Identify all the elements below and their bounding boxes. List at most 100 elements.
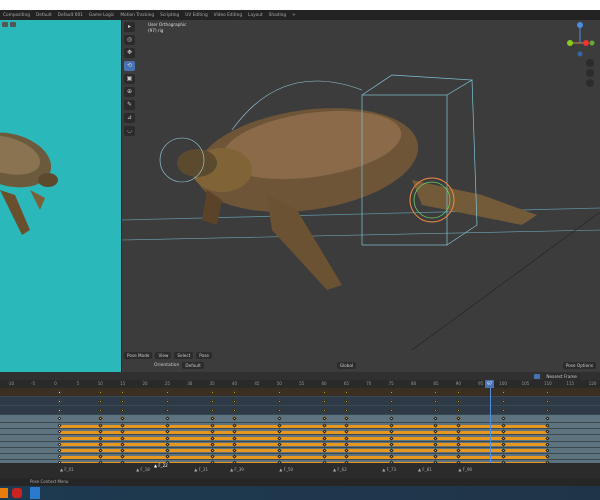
playhead[interactable] xyxy=(489,380,491,463)
workspace-tab[interactable]: Video Editing xyxy=(211,13,245,18)
timeline-marker[interactable]: ▲ F_18 xyxy=(136,467,150,472)
channel-row[interactable] xyxy=(0,406,600,415)
channel-row[interactable] xyxy=(0,415,600,423)
keyframe[interactable] xyxy=(344,416,349,421)
keyframe[interactable] xyxy=(500,390,506,395)
timeline-marker[interactable]: ▲ F_73 xyxy=(382,467,396,472)
keyframe[interactable] xyxy=(389,399,394,404)
annotate-tool-icon[interactable]: ✎ xyxy=(124,100,135,110)
timeline-marker[interactable]: ▲ F_39 xyxy=(230,467,244,472)
keyframe[interactable] xyxy=(232,399,237,404)
only-selected-icon[interactable] xyxy=(534,373,541,379)
workspace-tab[interactable]: Motion Tracking xyxy=(117,13,157,18)
keyframe[interactable] xyxy=(321,408,327,413)
keyframe[interactable] xyxy=(456,408,461,413)
keyframe[interactable] xyxy=(344,408,349,413)
workspace-tab[interactable]: Default xyxy=(33,13,55,18)
keyframe[interactable] xyxy=(120,416,125,421)
workspace-tab[interactable]: UV Editing xyxy=(182,13,210,18)
keyframe[interactable] xyxy=(57,390,63,395)
keyframe[interactable] xyxy=(456,390,461,395)
keyframe[interactable] xyxy=(344,390,349,395)
keyframe[interactable] xyxy=(456,416,461,421)
measure-tool-icon[interactable]: ⊿ xyxy=(124,113,135,123)
keyframe[interactable] xyxy=(545,408,550,413)
keyframe[interactable] xyxy=(232,390,237,395)
timeline-marker[interactable]: ▲ F_81 xyxy=(418,467,432,472)
workspace-tab[interactable]: Game Logic xyxy=(86,13,117,18)
pose-options-button[interactable]: Pose Options xyxy=(562,362,596,369)
keyframe[interactable] xyxy=(210,399,215,404)
app-taskbar-icon-2[interactable] xyxy=(30,487,40,499)
keyframe[interactable] xyxy=(57,408,63,413)
keyframe[interactable] xyxy=(433,390,439,395)
timeline-ruler[interactable]: -10 -5 0 5 10 15 20 25 30 35 40 45 50 55 60 65 70 75 80 85 9… xyxy=(0,380,600,388)
keyframe[interactable] xyxy=(165,408,170,413)
timeline-marker[interactable]: ▲ F_22 xyxy=(154,463,168,468)
workspace-tab[interactable]: Shading xyxy=(266,13,289,18)
keyframe[interactable] xyxy=(277,399,282,404)
workspace-tab[interactable]: Scripting xyxy=(157,13,182,18)
keyframe[interactable] xyxy=(277,390,282,395)
workspace-tab[interactable]: Compositing xyxy=(0,13,33,18)
select-tool-icon[interactable]: ▸ xyxy=(124,22,135,32)
keyframe[interactable] xyxy=(98,390,103,395)
keyframe[interactable] xyxy=(165,399,170,404)
keyframe[interactable] xyxy=(321,390,327,395)
keyframe[interactable] xyxy=(433,416,439,421)
keyframe[interactable] xyxy=(120,390,125,395)
keyframe[interactable] xyxy=(433,408,439,413)
keyframe[interactable] xyxy=(232,416,237,421)
menu-select[interactable]: Select xyxy=(174,352,194,359)
keyframe[interactable] xyxy=(389,416,394,421)
keyframe[interactable] xyxy=(456,399,461,404)
keyframe[interactable] xyxy=(120,408,125,413)
keyframe[interactable] xyxy=(57,416,63,421)
mode-dropdown[interactable]: Pose Mode xyxy=(124,352,153,359)
keyframe[interactable] xyxy=(210,408,215,413)
timeline-marker[interactable]: ▲ F_01 xyxy=(60,467,74,472)
keyframe[interactable] xyxy=(545,454,550,459)
keyframe[interactable] xyxy=(545,442,550,447)
orientation-dropdown[interactable]: Default xyxy=(182,362,204,369)
workspace-tab[interactable]: Default 001 xyxy=(55,13,86,18)
keyframe[interactable] xyxy=(165,416,170,421)
keyframe[interactable] xyxy=(120,399,125,404)
keyframe[interactable] xyxy=(389,390,394,395)
pose-tool-icon[interactable]: ◡ xyxy=(124,126,135,136)
keyframe[interactable] xyxy=(500,399,506,404)
keyframe[interactable] xyxy=(98,408,103,413)
timeline-marker[interactable]: ▲ F_90 xyxy=(458,467,472,472)
keyframe-channels[interactable] xyxy=(0,388,600,473)
menu-pose[interactable]: Pose xyxy=(196,352,212,359)
keyframe[interactable] xyxy=(500,408,506,413)
keyframe[interactable] xyxy=(545,429,550,435)
keyframe[interactable] xyxy=(277,416,282,421)
rotate-tool-icon[interactable]: ⟲ xyxy=(124,61,135,71)
view-button[interactable] xyxy=(2,22,8,27)
channel-row[interactable] xyxy=(0,388,600,397)
snap-mode-dropdown[interactable]: Nearest Frame xyxy=(543,372,580,380)
3d-viewport[interactable] xyxy=(121,20,600,372)
keyframe[interactable] xyxy=(98,416,103,421)
current-frame-indicator[interactable]: 97 xyxy=(485,380,495,388)
app-taskbar-icon[interactable] xyxy=(12,488,22,498)
scale-tool-icon[interactable]: ▣ xyxy=(124,74,135,84)
keyframe[interactable] xyxy=(232,408,237,413)
workspace-tab[interactable]: Layout xyxy=(245,13,266,18)
transform-tool-icon[interactable]: ⊕ xyxy=(124,87,135,97)
channel-row[interactable] xyxy=(0,397,600,406)
move-tool-icon[interactable]: ✥ xyxy=(124,48,135,58)
transform-orientation-dropdown[interactable]: Global xyxy=(336,362,357,369)
keyframe[interactable] xyxy=(545,416,550,421)
keyframe[interactable] xyxy=(545,399,550,404)
keyframe[interactable] xyxy=(57,399,63,404)
keyframe[interactable] xyxy=(277,408,282,413)
keyframe[interactable] xyxy=(389,408,394,413)
keyframe[interactable] xyxy=(210,390,215,395)
keyframe[interactable] xyxy=(98,399,103,404)
keyframe[interactable] xyxy=(344,399,349,404)
keyframe[interactable] xyxy=(500,416,506,421)
keyframe[interactable] xyxy=(545,448,550,453)
cursor-tool-icon[interactable]: ◎ xyxy=(124,35,135,45)
